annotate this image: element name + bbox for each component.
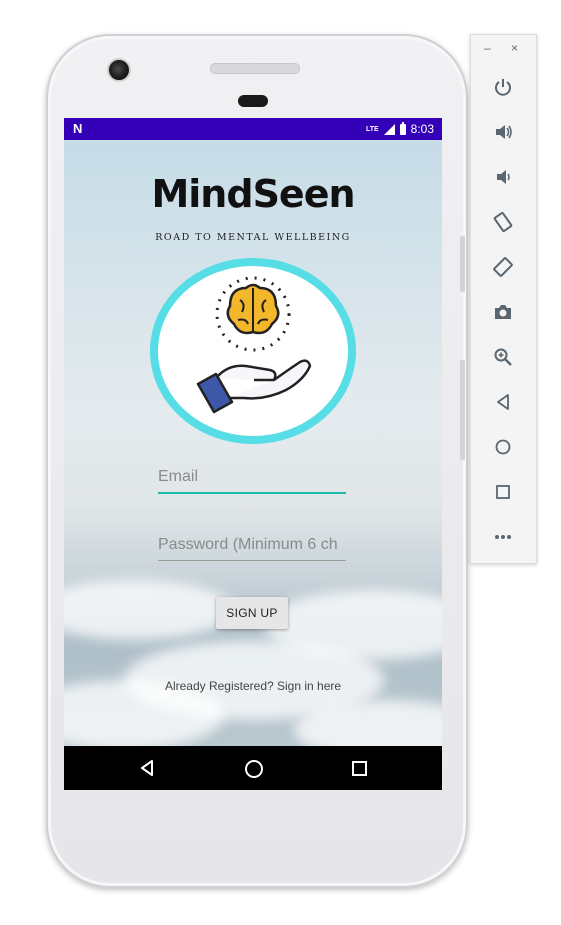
zoom-button[interactable] [491, 345, 515, 369]
status-bar: N LTE 8:03 [64, 118, 442, 140]
close-icon[interactable]: × [511, 41, 518, 55]
nav-back-icon[interactable] [140, 760, 154, 776]
password-input[interactable]: Password (Minimum 6 ch [158, 536, 346, 561]
email-input[interactable]: Email [158, 468, 346, 494]
notification-icon: N [73, 121, 83, 136]
nav-overview-icon[interactable] [352, 761, 367, 776]
rotate-right-button[interactable] [491, 255, 515, 279]
home-icon [495, 439, 511, 455]
background-cloud [64, 580, 234, 640]
rotate-left-icon [493, 211, 513, 233]
volume-up-icon [496, 125, 512, 139]
screenshot-button[interactable] [491, 300, 515, 324]
back-icon [497, 394, 509, 410]
home-button[interactable] [491, 435, 515, 459]
sign-in-link[interactable]: Already Registered? Sign in here [64, 679, 442, 693]
rotate-left-button[interactable] [491, 210, 515, 234]
brain-hand-icon [196, 276, 312, 414]
volume-up-button[interactable] [491, 120, 515, 144]
sign-up-button[interactable]: SIGN UP [216, 597, 288, 629]
battery-icon [399, 121, 406, 135]
more-button[interactable] [491, 525, 515, 549]
camera-icon [495, 305, 511, 319]
front-camera [107, 58, 131, 82]
signup-screen: MindSeen ROAD TO MENTAL WELLBEING Email … [64, 140, 442, 760]
emulator-toolbar: – × [470, 34, 537, 564]
minimize-icon[interactable]: – [484, 41, 491, 55]
phone-side-button [460, 360, 465, 460]
overview-button[interactable] [491, 480, 515, 504]
phone-earpiece [238, 95, 268, 107]
app-logo-title: MindSeen [151, 172, 355, 216]
volume-down-button[interactable] [491, 165, 515, 189]
device-screen: N LTE 8:03 MindSeen ROAD TO MENTAL WELLB… [64, 118, 442, 790]
navigation-bar [64, 746, 442, 790]
status-time: 8:03 [410, 122, 434, 136]
back-button[interactable] [491, 390, 515, 414]
power-icon [495, 79, 511, 96]
rotate-right-icon [493, 257, 513, 277]
zoom-icon [494, 348, 512, 366]
phone-speaker [210, 63, 300, 74]
nav-home-icon[interactable] [245, 760, 263, 778]
app-emblem [150, 258, 356, 444]
network-type: LTE [365, 125, 379, 133]
signal-icon [383, 123, 395, 135]
power-button[interactable] [491, 75, 515, 99]
status-indicators: LTE 8:03 [365, 121, 434, 136]
toolbar-window-controls: – × [471, 41, 536, 57]
more-icon [495, 535, 511, 539]
app-tagline: ROAD TO MENTAL WELLBEING [155, 232, 351, 243]
volume-down-icon [497, 170, 510, 184]
phone-side-button [460, 236, 465, 292]
overview-icon [496, 485, 510, 499]
